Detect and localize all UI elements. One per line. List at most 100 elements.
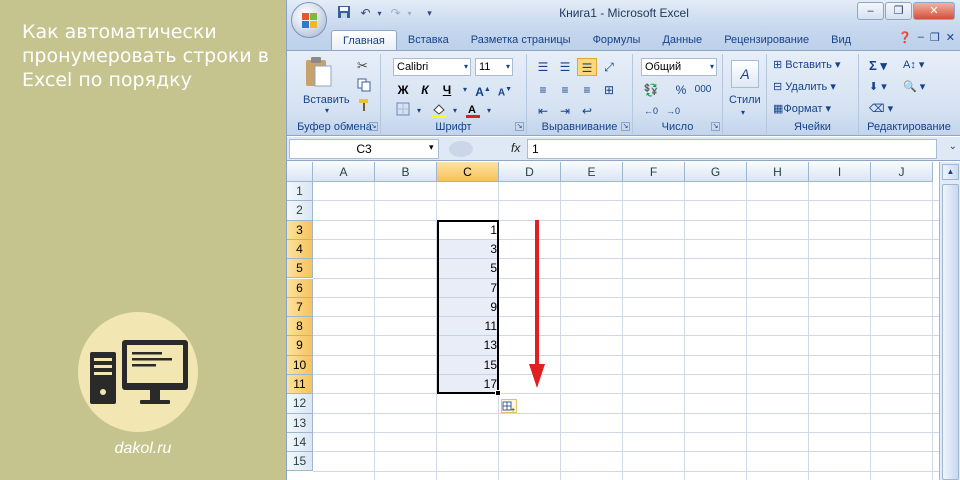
align-left-icon[interactable]: ≡ [533, 81, 553, 99]
row-header-8[interactable]: 8 [287, 317, 313, 337]
column-header-d[interactable]: D [499, 162, 561, 182]
cell-c5[interactable]: 5 [437, 259, 497, 278]
minimize-button[interactable]: – [857, 2, 884, 20]
row-header-1[interactable]: 1 [287, 182, 313, 202]
fill-icon[interactable]: ⬇ ▾ [869, 80, 887, 93]
decrease-decimal-icon[interactable]: →0 [663, 102, 683, 120]
borders-dropdown-icon[interactable]: ▾ [409, 102, 429, 120]
paste-icon[interactable] [303, 56, 333, 91]
column-header-g[interactable]: G [685, 162, 747, 182]
row-header-6[interactable]: 6 [287, 278, 313, 298]
underline-dropdown-icon[interactable]: ▾ [455, 81, 475, 99]
tab-formulas[interactable]: Формулы [582, 30, 652, 51]
row-header-15[interactable]: 15 [287, 452, 313, 472]
cell-c4[interactable]: 3 [437, 240, 497, 259]
increase-indent-icon[interactable]: ⇥ [555, 102, 575, 120]
grow-font-icon[interactable]: A▲ [473, 81, 493, 99]
clear-icon[interactable]: ⌫ ▾ [869, 102, 893, 115]
help-icon[interactable]: ❓ [898, 31, 912, 44]
row-header-14[interactable]: 14 [287, 432, 313, 453]
row-header-12[interactable]: 12 [287, 394, 313, 414]
copy-icon[interactable] [357, 78, 371, 95]
cell-c6[interactable]: 7 [437, 279, 497, 298]
column-header-i[interactable]: I [809, 162, 871, 182]
cell-c11[interactable]: 17 [437, 375, 497, 394]
name-box[interactable]: C3 [289, 139, 439, 159]
column-header-b[interactable]: B [375, 162, 437, 182]
cell-c8[interactable]: 11 [437, 317, 497, 336]
italic-button[interactable]: К [415, 81, 435, 99]
styles-button[interactable]: Стили [729, 94, 761, 106]
column-header-e[interactable]: E [561, 162, 623, 182]
close-button[interactable]: ✕ [913, 2, 955, 20]
office-button[interactable] [291, 2, 327, 38]
close-workbook-icon[interactable]: ✕ [946, 31, 955, 44]
expand-formula-bar-icon[interactable]: ⌄ [949, 141, 957, 152]
wrap-text-icon[interactable]: ↩ [577, 102, 597, 120]
currency-icon[interactable]: 💱 [641, 81, 661, 99]
worksheet-grid[interactable]: ABCDEFGHIJ 1 2 3 4 5 6 7 8 9 10 11 12 13 14 15 1 3 5 7 9 11… [287, 162, 939, 480]
autosum-icon[interactable]: Σ ▾ [869, 58, 887, 74]
font-launcher-icon[interactable]: ↘ [515, 122, 524, 131]
cell-c10[interactable]: 15 [437, 356, 497, 375]
tab-page-layout[interactable]: Разметка страницы [460, 30, 582, 51]
tab-view[interactable]: Вид [820, 30, 862, 51]
row-header-2[interactable]: 2 [287, 201, 313, 221]
cell-c7[interactable]: 9 [437, 298, 497, 317]
row-header-9[interactable]: 9 [287, 336, 313, 356]
merge-cells-icon[interactable]: ⊞ [599, 81, 619, 99]
delete-cells-button[interactable]: ⊟ Удалить ▾ [773, 80, 836, 93]
tab-review[interactable]: Рецензирование [713, 30, 820, 51]
alignment-launcher-icon[interactable]: ↘ [621, 122, 630, 131]
paste-dropdown-icon[interactable]: ▾ [325, 106, 329, 115]
name-box-dropdown-icon[interactable]: ▾ [429, 142, 434, 153]
restore-workbook-icon[interactable]: ❐ [930, 31, 940, 44]
clipboard-launcher-icon[interactable]: ↘ [369, 122, 378, 131]
column-header-h[interactable]: H [747, 162, 809, 182]
format-painter-icon[interactable] [357, 98, 371, 115]
align-bottom-icon[interactable]: ☰ [577, 58, 597, 76]
styles-icon[interactable]: A [731, 60, 759, 88]
find-select-icon[interactable]: 🔍 ▾ [903, 80, 925, 93]
cell-c3[interactable]: 1 [437, 221, 497, 240]
row-header-10[interactable]: 10 [287, 355, 313, 375]
sort-filter-icon[interactable]: A↕ ▾ [903, 58, 924, 71]
vertical-scrollbar[interactable]: ▲ [939, 162, 960, 480]
font-color-dropdown-icon[interactable]: ▾ [479, 102, 499, 120]
styles-dropdown-icon[interactable]: ▾ [741, 108, 745, 117]
column-header-a[interactable]: A [313, 162, 375, 182]
number-launcher-icon[interactable]: ↘ [711, 122, 720, 131]
number-format-select[interactable]: Общий ▾ [641, 58, 717, 76]
bold-button[interactable]: Ж [393, 81, 413, 99]
row-header-4[interactable]: 4 [287, 239, 313, 260]
row-header-7[interactable]: 7 [287, 297, 313, 318]
column-header-c[interactable]: C [437, 162, 499, 182]
format-cells-button[interactable]: ▦Формат ▾ [773, 102, 831, 115]
column-header-f[interactable]: F [623, 162, 685, 182]
shrink-font-icon[interactable]: A▼ [495, 81, 515, 99]
row-header-13[interactable]: 13 [287, 413, 313, 433]
insert-function-button[interactable]: fx [511, 141, 520, 155]
minimize-workbook-icon[interactable]: – [918, 31, 924, 44]
decrease-indent-icon[interactable]: ⇤ [533, 102, 553, 120]
paste-button[interactable]: Вставить [303, 94, 350, 106]
cell-c9[interactable]: 13 [437, 336, 497, 355]
column-header-j[interactable]: J [871, 162, 933, 182]
fill-handle[interactable] [495, 390, 501, 396]
tab-data[interactable]: Данные [651, 30, 713, 51]
tab-home[interactable]: Главная [331, 30, 397, 51]
font-size-select[interactable]: 11 ▾ [475, 58, 513, 76]
align-center-icon[interactable]: ≡ [555, 81, 575, 99]
select-all-button[interactable] [287, 162, 313, 182]
tab-insert[interactable]: Вставка [397, 30, 460, 51]
thousands-button[interactable]: 000 [693, 81, 713, 99]
row-header-3[interactable]: 3 [287, 220, 313, 240]
scrollbar-thumb[interactable] [942, 184, 959, 480]
cut-icon[interactable]: ✂ [357, 58, 368, 74]
formula-input[interactable]: 1 [527, 139, 937, 159]
insert-cells-button[interactable]: ⊞ Вставить ▾ [773, 58, 841, 71]
maximize-button[interactable]: ❐ [885, 2, 912, 20]
row-header-5[interactable]: 5 [287, 259, 313, 279]
align-right-icon[interactable]: ≡ [577, 81, 597, 99]
percent-button[interactable]: % [671, 81, 691, 99]
